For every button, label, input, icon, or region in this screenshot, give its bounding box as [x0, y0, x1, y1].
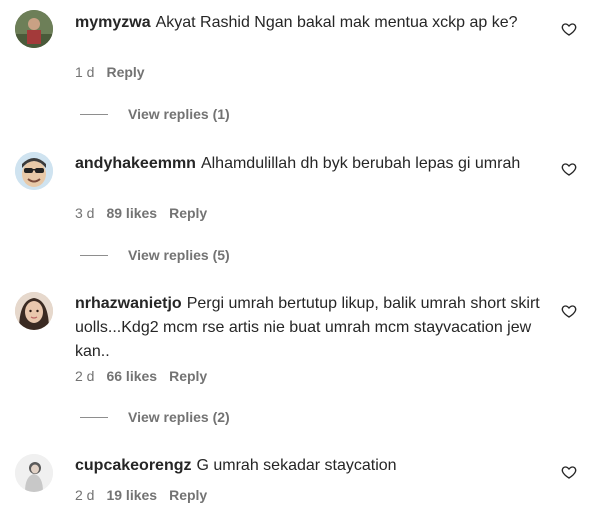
comment-meta: 2 d 66 likes Reply	[75, 368, 207, 384]
comment-body: Akyat Rashid Ngan bakal mak mentua xckp …	[155, 14, 518, 31]
view-replies-button[interactable]: View replies (1)	[80, 106, 230, 122]
comment-body: G umrah sekadar staycation	[196, 457, 397, 474]
comment-text: nrhazwanietjo Pergi umrah bertutup likup,…	[75, 292, 550, 364]
heart-icon[interactable]	[561, 464, 577, 480]
view-replies-label: View replies (1)	[128, 106, 230, 122]
avatar[interactable]	[15, 454, 53, 492]
reply-button[interactable]: Reply	[169, 368, 207, 384]
reply-button[interactable]: Reply	[169, 205, 207, 221]
comment-body: Alhamdulillah dh byk berubah lepas gi um…	[200, 155, 521, 172]
comment-meta: 1 d Reply	[75, 64, 145, 80]
comment-time: 3 d	[75, 205, 95, 221]
heart-icon[interactable]	[561, 21, 577, 37]
view-replies-label: View replies (2)	[128, 409, 230, 425]
view-replies-label: View replies (5)	[128, 247, 230, 263]
likes-count[interactable]: 89 likes	[106, 205, 157, 221]
comment-meta: 2 d 19 likes Reply	[75, 487, 207, 503]
comment-time: 2 d	[75, 487, 95, 503]
comment-username[interactable]: cupcakeorengz	[75, 457, 191, 474]
divider-line	[80, 416, 108, 418]
view-replies-button[interactable]: View replies (5)	[80, 247, 230, 263]
reply-button[interactable]: Reply	[106, 64, 144, 80]
divider-line	[80, 254, 108, 256]
heart-icon[interactable]	[561, 161, 577, 177]
avatar[interactable]	[15, 10, 53, 48]
avatar[interactable]	[15, 152, 53, 190]
comment-username[interactable]: andyhakeemmn	[75, 155, 196, 172]
divider-line	[80, 113, 108, 115]
comment-text: cupcakeorengz G umrah sekadar staycation	[75, 454, 550, 478]
comment-meta: 3 d 89 likes Reply	[75, 205, 207, 221]
comment-time: 1 d	[75, 64, 95, 80]
reply-button[interactable]: Reply	[169, 487, 207, 503]
heart-icon[interactable]	[561, 303, 577, 319]
view-replies-button[interactable]: View replies (2)	[80, 409, 230, 425]
comment-text: andyhakeemmn Alhamdulillah dh byk berubah…	[75, 152, 550, 176]
likes-count[interactable]: 66 likes	[106, 368, 157, 384]
comment-time: 2 d	[75, 368, 95, 384]
comment-username[interactable]: nrhazwanietjo	[75, 295, 182, 312]
likes-count[interactable]: 19 likes	[106, 487, 157, 503]
comment-username[interactable]: mymyzwa	[75, 14, 151, 31]
avatar[interactable]	[15, 292, 53, 330]
comment-text: mymyzwa Akyat Rashid Ngan bakal mak mentu…	[75, 11, 550, 35]
